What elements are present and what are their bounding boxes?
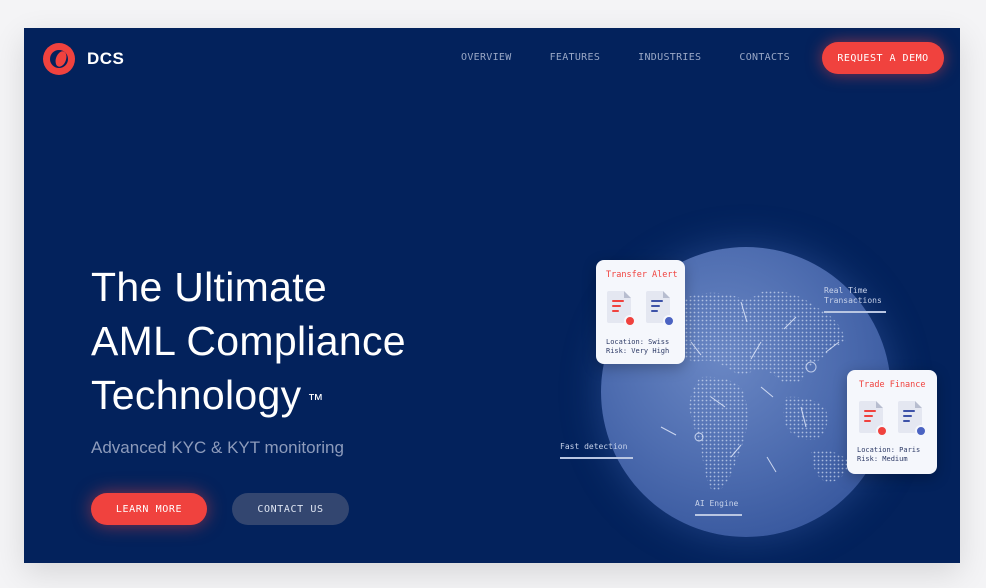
document-alert-icon bbox=[859, 401, 888, 437]
trade-finance-card: Trade Finance Location: Paris Risk: Medi… bbox=[847, 370, 937, 474]
label-fast-detection-text: Fast detection bbox=[560, 442, 628, 451]
dcs-logo-icon bbox=[43, 43, 75, 75]
label-fast-detection: Fast detection bbox=[560, 442, 633, 459]
card-location: Location: Paris bbox=[857, 446, 921, 454]
landing-page: DCS OVERVIEW FEATURES INDUSTRIES CONTACT… bbox=[24, 28, 960, 563]
label-real-time-line-1: Real Time bbox=[824, 286, 868, 295]
card-title: Transfer Alert bbox=[606, 270, 678, 280]
nav-overview[interactable]: OVERVIEW bbox=[461, 52, 512, 63]
nav-industries[interactable]: INDUSTRIES bbox=[638, 52, 701, 63]
card-title: Trade Finance bbox=[859, 380, 926, 390]
trademark-symbol: ™ bbox=[307, 392, 324, 409]
transfer-alert-card: Transfer Alert Location: Swiss Risk: Ver… bbox=[596, 260, 685, 364]
label-real-time-line-2: Transactions bbox=[824, 296, 882, 305]
hero-title-line-3: Technology bbox=[91, 372, 302, 418]
hero-title-line-1: The Ultimate bbox=[91, 264, 328, 310]
label-underline bbox=[824, 311, 886, 313]
contact-us-button[interactable]: CONTACT US bbox=[232, 493, 349, 525]
hero-subtitle: Advanced KYC & KYT monitoring bbox=[91, 438, 344, 457]
card-details: Location: Paris Risk: Medium bbox=[857, 446, 920, 464]
label-ai-engine: AI Engine bbox=[695, 499, 742, 516]
label-real-time-transactions: Real Time Transactions bbox=[824, 286, 886, 313]
nav-features[interactable]: FEATURES bbox=[550, 52, 601, 63]
label-ai-engine-text: AI Engine bbox=[695, 499, 739, 508]
hero-title-line-2: AML Compliance bbox=[91, 318, 406, 364]
hero-title: The Ultimate AML Compliance Technology ™ bbox=[91, 260, 511, 422]
card-risk: Risk: Very High bbox=[606, 347, 670, 355]
card-risk: Risk: Medium bbox=[857, 455, 908, 463]
learn-more-button[interactable]: LEARN MORE bbox=[91, 493, 207, 525]
card-location: Location: Swiss bbox=[606, 338, 670, 346]
nav-contacts[interactable]: CONTACTS bbox=[739, 52, 790, 63]
logo[interactable]: DCS bbox=[43, 43, 124, 75]
label-underline bbox=[695, 514, 742, 516]
document-alert-icon bbox=[607, 291, 636, 327]
document-info-icon bbox=[898, 401, 927, 437]
card-details: Location: Swiss Risk: Very High bbox=[606, 338, 669, 356]
label-underline bbox=[560, 457, 633, 459]
request-demo-button[interactable]: REQUEST A DEMO bbox=[822, 42, 944, 74]
main-nav: OVERVIEW FEATURES INDUSTRIES CONTACTS bbox=[461, 52, 828, 63]
brand-name: DCS bbox=[87, 49, 125, 68]
document-info-icon bbox=[646, 291, 675, 327]
